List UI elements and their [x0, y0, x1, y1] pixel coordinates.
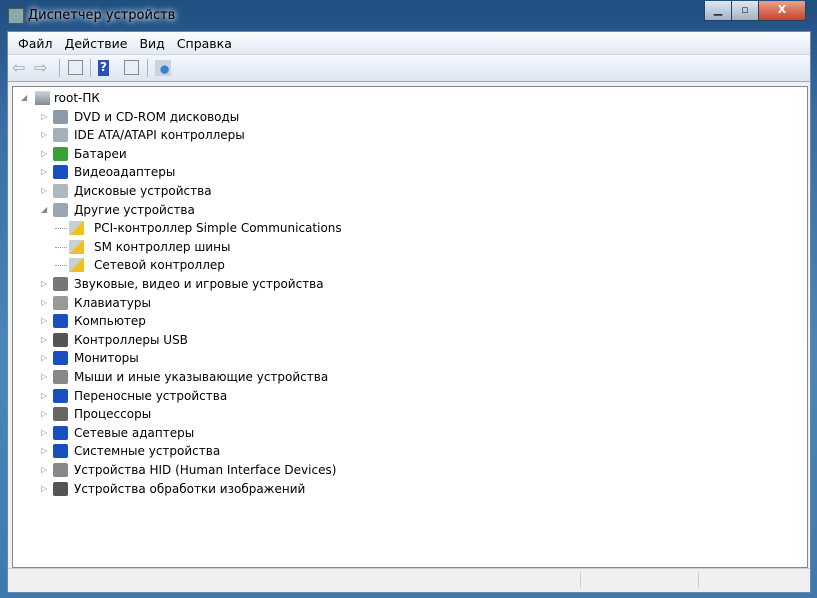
expand-arrow-icon[interactable]: ▷ [41, 163, 47, 181]
tree-item-label: Видеоадаптеры [74, 165, 176, 180]
expand-arrow-icon[interactable]: ▷ [41, 424, 47, 442]
tree-connector [55, 228, 67, 230]
expand-arrow-icon[interactable]: ▷ [41, 480, 47, 498]
tree-item-label: Клавиатуры [74, 295, 151, 310]
expand-arrow-icon[interactable]: ▷ [41, 294, 47, 312]
toolbar: ⇦ ⇨ ? [8, 55, 810, 82]
tree-item-label: Сетевой контроллер [94, 258, 225, 273]
menu-view[interactable]: Вид [133, 32, 170, 51]
computer-icon [35, 91, 50, 105]
console-tree-icon[interactable] [68, 60, 83, 75]
tree-item-label: Процессоры [74, 407, 152, 422]
expand-arrow-icon[interactable]: ▷ [41, 461, 47, 479]
monitor-icon [53, 351, 68, 366]
sound-icon [53, 277, 68, 291]
tree-item-label: Звуковые, видео и игровые устройства [74, 277, 324, 291]
disk-icon [53, 184, 68, 198]
device-manager-window: Диспетчер устройств ▁ ▫ X Файл Действие Ви… [0, 0, 817, 598]
scan-hardware-icon[interactable] [155, 60, 171, 76]
battery-icon [53, 146, 68, 161]
collapse-arrow-icon[interactable]: ◢ [41, 201, 47, 219]
hid-icon [53, 463, 68, 477]
window-title: Диспетчер устройств [28, 8, 176, 23]
tree-root-label: root-ПК [54, 91, 100, 105]
toolbar-separator [147, 59, 148, 77]
toolbar-separator [90, 59, 91, 77]
status-bar [8, 568, 810, 591]
expand-arrow-icon[interactable]: ▷ [41, 405, 47, 423]
tree-item-label: Дисковые устройства [74, 184, 212, 198]
menu-file[interactable]: Файл [12, 32, 59, 51]
tree-item-label: DVD и CD-ROM дисководы [74, 109, 240, 124]
tree-item-label: IDE ATA/ATAPI контроллеры [74, 128, 245, 143]
tree-item-label: Устройства HID (Human Interface Devices) [74, 463, 337, 477]
tree-item-label: Другие устройства [74, 202, 195, 217]
tree-connector [55, 265, 67, 267]
portable-icon [53, 388, 68, 403]
expand-arrow-icon[interactable]: ▷ [41, 331, 47, 349]
expand-arrow-icon[interactable]: ▷ [41, 182, 47, 200]
device-tree[interactable]: ◢ root-ПК ▷ DVD и CD-ROM дисководы ▷ IDE AT… [12, 86, 808, 568]
warning-device-icon [69, 258, 84, 273]
expand-arrow-icon[interactable]: ▷ [41, 275, 47, 293]
keyboard-icon [53, 295, 68, 310]
tree-item-label: Системные устройства [74, 444, 221, 459]
tree-item-label: SM контроллер шины [94, 239, 231, 254]
menu-help[interactable]: Справка [171, 32, 238, 51]
warning-device-icon [69, 221, 84, 236]
usb-icon [53, 332, 68, 347]
tree-item-label: Батареи [74, 146, 127, 161]
back-icon[interactable]: ⇦ [12, 60, 28, 76]
tree-item-label: Сетевые адаптеры [74, 425, 195, 440]
collapse-arrow-icon[interactable]: ◢ [21, 89, 27, 107]
expand-arrow-icon[interactable]: ▷ [41, 312, 47, 330]
device-manager-icon [8, 8, 24, 24]
tree-connector [55, 246, 67, 248]
help-icon[interactable]: ? [98, 60, 109, 76]
tree-item-label: Переносные устройства [74, 388, 228, 403]
expand-arrow-icon[interactable]: ▷ [41, 387, 47, 405]
mouse-icon [53, 370, 68, 384]
expand-arrow-icon[interactable]: ▷ [41, 368, 47, 386]
toolbar-separator [59, 59, 60, 77]
tree-item-label: Компьютер [74, 314, 146, 329]
unknown-icon [53, 202, 68, 217]
expand-arrow-icon[interactable]: ▷ [41, 108, 47, 126]
tree-item-label: Контроллеры USB [74, 332, 188, 347]
cpu-icon [53, 407, 68, 422]
network-icon [53, 425, 68, 440]
maximize-button[interactable]: ▫ [731, 1, 759, 21]
expand-arrow-icon[interactable]: ▷ [41, 145, 47, 163]
tree-item-label: Устройства обработки изображений [74, 481, 306, 496]
system-icon [53, 444, 68, 459]
computer-icon [53, 314, 68, 329]
expand-arrow-icon[interactable]: ▷ [41, 349, 47, 367]
expand-arrow-icon[interactable]: ▷ [41, 126, 47, 144]
menu-bar: Файл Действие Вид Справка [8, 32, 810, 55]
client-area: Файл Действие Вид Справка ⇦ ⇨ ? ◢ root-ПК ▷… [7, 31, 811, 593]
tree-item-label: Мониторы [74, 351, 139, 366]
tree-item-label: PCI-контроллер Simple Communications [94, 221, 342, 236]
expand-arrow-icon[interactable]: ▷ [41, 442, 47, 460]
menu-action[interactable]: Действие [59, 32, 134, 51]
minimize-button[interactable]: ▁ [704, 1, 732, 21]
display-icon [53, 165, 68, 180]
imaging-icon [53, 481, 68, 496]
close-button[interactable]: X [758, 1, 806, 21]
dvd-icon [53, 109, 68, 124]
forward-icon[interactable]: ⇨ [34, 60, 50, 76]
action-pane-icon[interactable] [124, 60, 139, 75]
ide-icon [53, 128, 68, 143]
tree-item-label: Мыши и иные указывающие устройства [74, 370, 329, 384]
warning-device-icon [69, 239, 84, 254]
